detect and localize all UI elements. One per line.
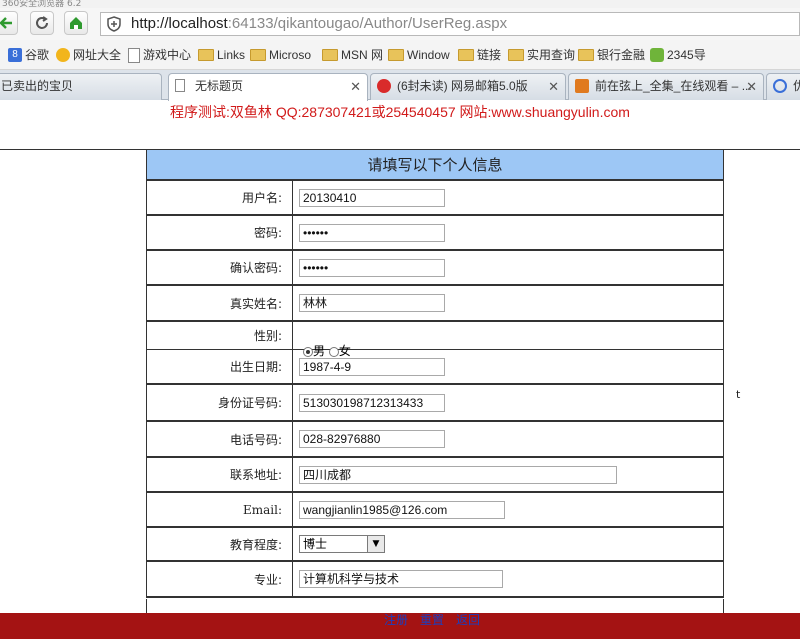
row-address: 联系地址: 四川成都 [147,458,723,493]
shield-icon [107,16,121,32]
email-input[interactable]: wangjianlin1985@126.com [299,500,505,519]
education-select[interactable]: 博士 ▼ [299,535,385,553]
major-label: 专业: [147,562,293,596]
address-input[interactable]: 四川成都 [299,465,617,484]
real-name-label: 真实姓名: [147,286,293,320]
row-gender: 性别: 男 女 [147,322,723,358]
folder-icon [578,49,594,61]
folder-icon [388,49,404,61]
row-id-card: 身份证号码: 513030198712313433 [147,385,723,422]
row-major: 专业: 计算机科学与技术 [147,562,723,598]
tab-netease-mail[interactable]: (6封未读) 网易邮箱5.0版 ✕ [370,73,566,100]
email-label: Email: [147,493,293,526]
mail-icon [377,79,391,93]
bookmark-banking[interactable]: 银行金融 [578,46,645,64]
refresh-icon [36,16,48,29]
window-title: 360安全浏览器 6.2 [0,0,800,8]
side-text: t [736,388,741,401]
play-icon [773,79,787,93]
home-icon [70,17,82,29]
education-selected-value: 博士 [303,537,328,551]
close-tab-icon[interactable]: ✕ [746,74,757,99]
registration-form: 请填写以下个人信息 用户名: 20130410 密码: •••••• 确认密码:… [146,150,724,598]
register-link[interactable]: 注册 [384,613,408,627]
reset-link[interactable]: 重置 [420,613,444,627]
google-icon: 8 [8,48,22,62]
bookmark-utilities[interactable]: 实用查询 [508,46,575,64]
username-label: 用户名: [147,181,293,214]
back-link[interactable]: 返回 [456,613,480,627]
page-icon [175,79,185,92]
folder-icon [250,49,266,61]
row-phone: 电话号码: 028-82976880 [147,422,723,458]
tab-sold-items[interactable]: 已卖出的宝贝 [0,73,162,100]
tab-video[interactable]: 前在弦上_全集_在线观看 – ... ✕ [568,73,764,100]
row-real-name: 真实姓名: 林林 [147,286,723,322]
bookmarks-bar: 8 谷歌 网址大全 游戏中心 Links Microso MSN 网 Window… [0,40,800,70]
row-education: 教育程度: 博士 ▼ [147,528,723,562]
row-email: Email: wangjianlin1985@126.com [147,493,723,528]
phone-input[interactable]: 028-82976880 [299,430,445,448]
2345-icon [650,48,664,62]
row-confirm-password: 确认密码: •••••• [147,251,723,286]
folder-icon [322,49,338,61]
dropdown-arrow-icon: ▼ [367,536,384,552]
tab-partial[interactable]: 优 [766,73,800,100]
id-card-input[interactable]: 513030198712313433 [299,393,445,412]
page-icon [128,47,140,63]
major-input[interactable]: 计算机科学与技术 [299,570,503,588]
form-actions: 注册 重置 返回 [384,611,492,628]
education-label: 教育程度: [147,528,293,560]
bookmark-google[interactable]: 8 谷歌 [8,46,49,64]
birthday-label: 出生日期: [147,350,293,383]
bookmark-windows[interactable]: Window [388,46,450,64]
refresh-button[interactable] [30,11,54,35]
row-birthday: 出生日期: 1987-4-9 [147,350,723,385]
folder-icon [508,49,524,61]
bookmark-links-cn[interactable]: 链接 [458,46,501,64]
row-username: 用户名: 20130410 [147,181,723,216]
url-path: :64133/qikantougao/Author/UserReg.aspx [227,15,508,32]
gender-label: 性别: [147,322,293,349]
id-card-label: 身份证号码: [147,385,293,420]
password-input[interactable]: •••••• [299,223,445,242]
confirm-password-input[interactable]: •••••• [299,258,445,277]
password-label: 密码: [147,216,293,249]
bookmark-microsoft[interactable]: Microso [250,46,311,64]
username-input[interactable]: 20130410 [299,188,445,207]
form-title: 请填写以下个人信息 [147,150,723,181]
tab-strip: 已卖出的宝贝 无标题页 ✕ (6封未读) 网易邮箱5.0版 ✕ 前在弦上_全集_… [0,70,800,101]
bookmark-msn[interactable]: MSN 网 [322,46,383,64]
navigation-bar: http://localhost:64133/qikantougao/Autho… [0,8,800,40]
url-host: http://localhost [131,15,228,32]
bookmark-site-directory[interactable]: 网址大全 [56,46,121,64]
test-banner: 程序测试:双鱼林 QQ:287307421或254540457 网站:www.s… [170,104,630,120]
tab-untitled[interactable]: 无标题页 ✕ [168,73,368,101]
globe-icon [56,48,70,62]
close-tab-icon[interactable]: ✕ [350,74,361,99]
close-tab-icon[interactable]: ✕ [548,74,559,99]
back-button[interactable] [0,11,18,35]
folder-icon [458,49,474,61]
soku-icon [575,79,589,93]
confirm-password-label: 确认密码: [147,251,293,284]
birthday-input[interactable]: 1987-4-9 [299,357,445,376]
bookmark-game-center[interactable]: 游戏中心 [128,46,191,64]
row-password: 密码: •••••• [147,216,723,251]
address-label: 联系地址: [147,458,293,491]
home-button[interactable] [64,11,88,35]
phone-label: 电话号码: [147,422,293,456]
real-name-input[interactable]: 林林 [299,294,445,312]
bookmark-2345[interactable]: 2345导 [650,46,706,64]
back-arrow-icon [0,17,12,29]
folder-icon [198,49,214,61]
bookmark-links[interactable]: Links [198,46,245,64]
address-bar[interactable]: http://localhost:64133/qikantougao/Autho… [100,12,800,36]
